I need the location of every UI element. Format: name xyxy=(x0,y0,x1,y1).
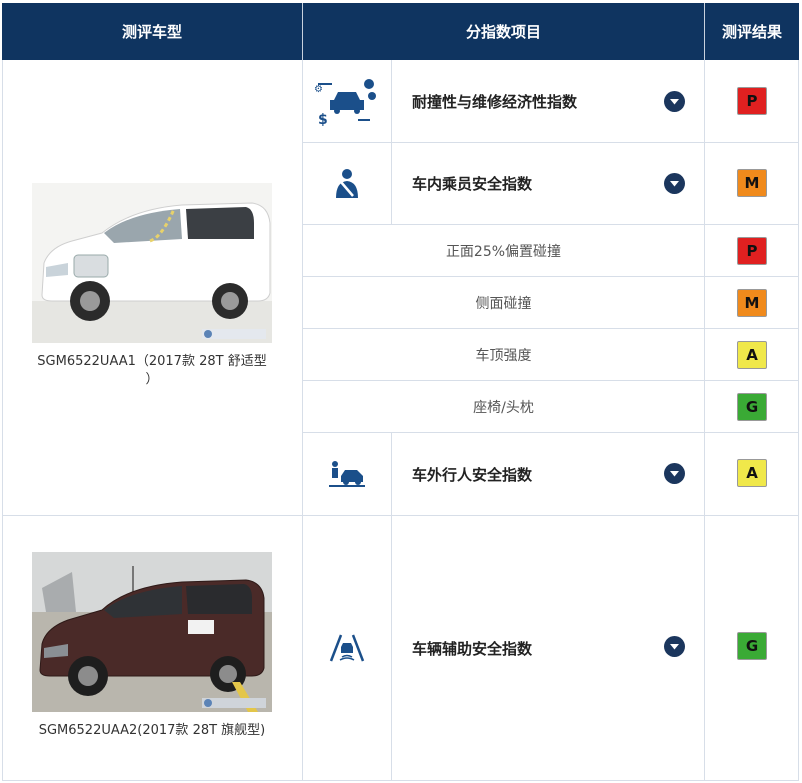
subrow-label-side: 侧面碰撞 xyxy=(475,295,532,312)
header-col-model-label: 测评车型 xyxy=(121,23,182,41)
rating-badge-pedestrian: A xyxy=(737,459,767,487)
seatbelt-occupant-icon xyxy=(303,143,391,224)
chevron-down-icon xyxy=(670,643,679,649)
chevron-down-icon xyxy=(670,180,679,186)
header-col-model: 测评车型 xyxy=(2,3,302,60)
expand-toggle-occupant[interactable] xyxy=(664,173,685,194)
vehicle-caption-line2: ） xyxy=(145,372,159,387)
pedestrian-car-icon xyxy=(303,433,391,515)
subrow-label-seat: 座椅/头枕 xyxy=(473,399,534,416)
vehicle-caption: SGM6522UAA2(2017款 28T 旗舰型) xyxy=(38,723,266,738)
rating-badge-assist: G xyxy=(737,632,767,660)
subrow-label-roof: 车顶强度 xyxy=(475,347,532,364)
vehicle-photo-brown-mpv xyxy=(32,552,272,712)
icon-column-divider xyxy=(391,432,392,781)
car-repair-economy-icon: $ ⚙ xyxy=(303,61,391,142)
row-label-occupant: 车内乘员安全指数 xyxy=(412,175,533,193)
expand-toggle-assist[interactable] xyxy=(664,636,685,657)
expand-toggle-pedestrian[interactable] xyxy=(664,463,685,484)
table-border-left xyxy=(2,60,3,781)
row-label-pedestrian: 车外行人安全指数 xyxy=(412,465,533,484)
table-border-bottom xyxy=(2,780,799,781)
chevron-down-icon xyxy=(670,470,679,476)
chevron-down-icon xyxy=(670,98,679,104)
rating-badge-side: M xyxy=(737,289,767,317)
rating-badge-roof: A xyxy=(737,341,767,369)
vehicle-caption-line1: SGM6522UAA1（2017款 28T 舒适型 xyxy=(37,354,267,369)
header-col-result-label: 测评结果 xyxy=(721,23,782,41)
svg-text:$: $ xyxy=(318,112,328,128)
column-divider xyxy=(704,60,705,781)
rating-badge-repair: P xyxy=(737,87,767,115)
header-col-items: 分指数项目 xyxy=(303,3,704,60)
header-col-items-label: 分指数项目 xyxy=(465,23,541,41)
lane-assist-icon xyxy=(303,516,391,780)
rating-badge-occupant: M xyxy=(737,169,767,197)
table-border-right xyxy=(798,60,799,781)
subrow-label-frontal25: 正面25%偏置碰撞 xyxy=(445,243,562,260)
row-label-repair: 耐撞性与维修经济性指数 xyxy=(412,93,578,111)
vehicle-caption: SGM6522UAA1（2017款 28T 舒适型 ） xyxy=(12,353,292,389)
svg-text:⚙: ⚙ xyxy=(314,84,323,95)
vehicle-photo-white-mpv xyxy=(32,183,272,343)
rating-badge-seat: G xyxy=(737,393,767,421)
rating-badge-frontal25: P xyxy=(737,237,767,265)
vehicle-divider xyxy=(2,515,799,516)
row-label-assist: 车辆辅助安全指数 xyxy=(412,639,533,658)
header-col-result: 测评结果 xyxy=(705,3,799,60)
expand-toggle-repair[interactable] xyxy=(664,91,685,112)
